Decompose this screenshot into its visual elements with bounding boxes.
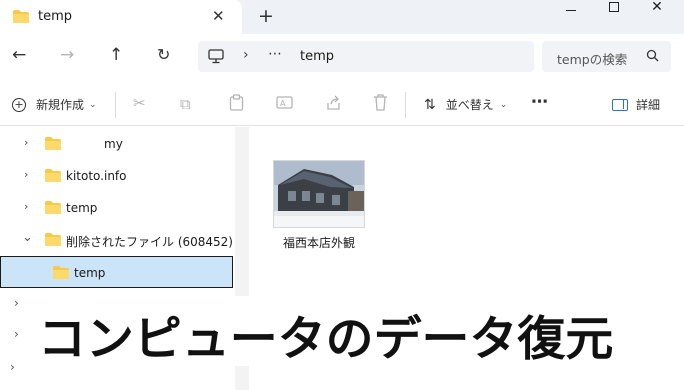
minimize-icon (566, 9, 576, 11)
svg-text:A: A (280, 99, 286, 108)
computer-icon (208, 49, 224, 67)
new-button[interactable]: + 新規作成 ⌄ (12, 96, 97, 113)
sidebar-item-label: kitoto.info (66, 169, 127, 183)
toolbar-divider (115, 92, 116, 118)
maximize-button[interactable] (594, 0, 634, 16)
delete-icon[interactable] (373, 94, 388, 115)
chevron-down-icon[interactable]: ⌄ (22, 230, 33, 245)
close-icon: ✕ (651, 0, 663, 15)
copy-icon[interactable]: ⧉ (180, 95, 191, 113)
headline-text: コンピュータのデータ復元 (38, 312, 614, 367)
paste-icon[interactable] (229, 94, 244, 115)
chevron-right-icon[interactable]: › (14, 327, 19, 341)
image-thumbnail (273, 160, 365, 228)
chevron-right-icon[interactable]: › (24, 136, 28, 149)
breadcrumb-overflow-button[interactable]: ⋯ (268, 46, 283, 62)
toolbar-divider (405, 92, 406, 118)
chevron-right-icon[interactable]: › (243, 47, 249, 63)
chevron-right-icon[interactable]: › (24, 168, 28, 181)
more-options-button[interactable]: ⋯ (531, 92, 549, 112)
chevron-down-icon: ⌄ (89, 99, 97, 110)
folder-icon (12, 9, 30, 27)
chevron-down-icon: ⌄ (499, 99, 508, 110)
details-label: 詳細 (636, 98, 661, 112)
add-circle-icon: + (12, 97, 26, 112)
tab-strip: temp ✕ + ✕ (0, 0, 684, 34)
sidebar-item-label: my (104, 137, 123, 151)
details-pane-icon (612, 98, 628, 111)
tab-title: temp (38, 9, 73, 24)
sidebar-item-temp[interactable]: › temp (0, 192, 233, 223)
sort-button-label: 並べ替え (445, 98, 494, 112)
new-tab-button[interactable]: + (258, 5, 274, 27)
sidebar-item-label: 削除されたファイル (608452) (66, 235, 233, 249)
chevron-right-icon[interactable]: › (24, 200, 28, 213)
minimize-button[interactable] (551, 0, 591, 16)
navigation-bar: ← → ↑ ↻ › ⋯ temp tempの検索 (0, 34, 684, 80)
chevron-right-icon[interactable]: › (10, 360, 15, 374)
tab-close-button[interactable]: ✕ (212, 7, 225, 25)
file-name: 福西本店外観 (282, 236, 355, 250)
folder-icon (44, 168, 62, 186)
search-icon (646, 49, 659, 65)
back-button[interactable]: ← (12, 45, 26, 65)
folder-icon (44, 232, 62, 250)
new-button-label: 新規作成 (36, 98, 85, 112)
folder-icon (44, 200, 62, 218)
maximize-icon (609, 2, 619, 12)
share-icon[interactable] (325, 94, 342, 115)
search-placeholder: tempの検索 (557, 52, 628, 67)
breadcrumb-item-temp[interactable]: temp (300, 49, 334, 64)
sidebar-item-label: temp (74, 266, 106, 280)
search-box[interactable]: tempの検索 (542, 41, 671, 72)
command-bar: + 新規作成 ⌄ ✂ ⧉ A ⇅ 並べ替え ⌄ ⋯ 詳細 (0, 84, 684, 126)
details-pane-button[interactable]: 詳細 (612, 96, 660, 113)
file-item[interactable]: 福西本店外観 (273, 160, 365, 251)
sidebar-item-my[interactable]: › my (0, 128, 233, 159)
sidebar-item-label: temp (66, 201, 98, 215)
rename-icon[interactable]: A (276, 94, 293, 115)
tab-temp[interactable]: temp ✕ (0, 0, 242, 34)
sidebar-item-kitoto-info[interactable]: › kitoto.info (0, 160, 233, 191)
refresh-button[interactable]: ↻ (157, 45, 170, 64)
folder-icon (52, 265, 70, 283)
close-window-button[interactable]: ✕ (637, 0, 677, 16)
sidebar-item-temp-selected[interactable]: temp (0, 256, 233, 288)
sort-icon: ⇅ (424, 96, 436, 113)
folder-icon (44, 136, 62, 154)
chevron-right-icon[interactable]: › (14, 296, 19, 310)
sort-button[interactable]: ⇅ 並べ替え ⌄ (424, 96, 507, 113)
sidebar-item-deleted-files[interactable]: ⌄ 削除されたファイル (608452) (0, 224, 233, 255)
forward-button[interactable]: → (60, 45, 74, 65)
up-button[interactable]: ↑ (109, 45, 123, 65)
address-bar[interactable]: › ⋯ temp (198, 41, 534, 72)
cut-icon[interactable]: ✂ (133, 94, 146, 112)
